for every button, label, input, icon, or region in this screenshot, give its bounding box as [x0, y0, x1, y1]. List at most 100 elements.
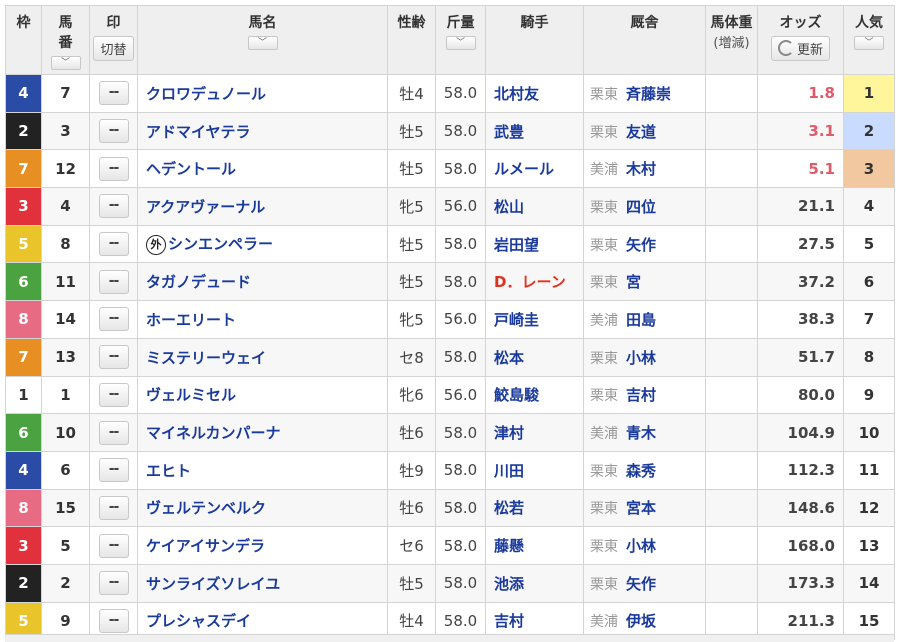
trainer-link[interactable]: 小林 [626, 349, 656, 367]
jockey-link[interactable]: 松若 [494, 499, 524, 517]
header-name[interactable]: 馬名 ﹀ [137, 5, 388, 75]
weight-cell: 56.0 [435, 375, 486, 415]
shirushi-cell: -- [89, 526, 138, 565]
stable-cell: 栗東 友道 [583, 111, 706, 151]
stable-cell: 栗東 矢作 [583, 224, 706, 264]
jockey-link[interactable]: 武豊 [494, 123, 524, 141]
mark-button[interactable]: -- [98, 495, 129, 520]
body-weight-cell [705, 337, 758, 377]
stable-region: 美浦 [590, 614, 618, 631]
jockey-link[interactable]: 藤懸 [494, 537, 524, 555]
jockey-cell: 岩田望 [485, 224, 584, 264]
sort-ninki-chevron-icon[interactable]: ﹀ [854, 36, 884, 50]
trainer-link[interactable]: 友道 [626, 123, 656, 141]
header-ninki[interactable]: 人気 ﹀ [843, 5, 895, 75]
waku-cell: 7 [5, 337, 42, 377]
horse-name-link[interactable]: ホーエリート [146, 311, 236, 329]
jockey-link[interactable]: 鮫島駿 [494, 386, 539, 404]
header-seirei: 性齢 [387, 5, 436, 75]
mark-button[interactable]: -- [98, 458, 129, 483]
mark-button[interactable]: -- [98, 119, 129, 144]
mark-button[interactable]: -- [98, 345, 129, 370]
jockey-link[interactable]: 津村 [494, 424, 524, 442]
stable-region: 栗東 [590, 463, 618, 480]
umaban-cell: 1 [41, 375, 90, 415]
refresh-odds-button[interactable]: 更新 [770, 36, 830, 61]
horse-name-link[interactable]: シンエンペラー [168, 235, 273, 253]
horse-name-link[interactable]: マイネルカンパーナ [146, 424, 281, 442]
jockey-cell: 藤懸 [485, 526, 584, 565]
horse-name-link[interactable]: エヒト [146, 462, 191, 480]
waku-cell: 3 [5, 187, 42, 226]
popularity-cell: 12 [843, 488, 895, 528]
jockey-link[interactable]: D．レーン [494, 273, 566, 291]
jockey-link[interactable]: 松本 [494, 349, 524, 367]
horse-name-link[interactable]: ヘデントール [146, 160, 236, 178]
mark-button[interactable]: -- [98, 420, 129, 445]
stable-region: 栗東 [590, 237, 618, 254]
horse-name-link[interactable]: ケイアイサンデラ [146, 537, 265, 555]
horse-name-link[interactable]: タガノデュード [146, 273, 251, 291]
jockey-link[interactable]: ルメール [494, 160, 554, 178]
jockey-link[interactable]: 戸崎圭 [494, 311, 539, 329]
trainer-link[interactable]: 青木 [626, 424, 656, 442]
popularity-cell: 7 [843, 300, 895, 339]
horse-name-link[interactable]: ミステリーウェイ [146, 349, 266, 367]
mark-button[interactable]: -- [98, 608, 129, 633]
trainer-link[interactable]: 斉藤崇 [626, 85, 671, 103]
trainer-link[interactable]: 小林 [626, 537, 656, 555]
jockey-link[interactable]: 吉村 [494, 612, 524, 630]
trainer-link[interactable]: 田島 [626, 311, 656, 329]
kirikae-button[interactable]: 切替 [93, 36, 134, 61]
mark-button[interactable]: -- [98, 307, 129, 332]
mark-button[interactable]: -- [98, 269, 129, 294]
trainer-link[interactable]: 木村 [626, 160, 656, 178]
horse-name-cell: ケイアイサンデラ [137, 526, 388, 565]
popularity-cell: 6 [843, 262, 895, 302]
waku-cell: 2 [5, 563, 42, 603]
horse-name-link[interactable]: クロワデュノール [146, 85, 266, 103]
header-ninki-label: 人気 [855, 15, 883, 31]
popularity-cell: 10 [843, 413, 895, 452]
mark-button[interactable]: -- [98, 232, 129, 257]
jockey-link[interactable]: 川田 [494, 462, 524, 480]
horse-name-link[interactable]: プレシャスデイ [146, 612, 251, 630]
stable-region: 美浦 [590, 162, 618, 179]
mark-button[interactable]: -- [98, 194, 129, 219]
jockey-cell: 川田 [485, 450, 584, 490]
horse-name-link[interactable]: アクアヴァーナル [146, 198, 265, 216]
trainer-link[interactable]: 宮 [626, 273, 641, 291]
jockey-link[interactable]: 松山 [494, 198, 524, 216]
header-kishu: 騎手 [485, 5, 584, 75]
jockey-link[interactable]: 岩田望 [494, 236, 539, 254]
trainer-link[interactable]: 伊坂 [626, 612, 656, 630]
trainer-link[interactable]: 四位 [626, 198, 656, 216]
trainer-link[interactable]: 宮本 [626, 499, 656, 517]
trainer-link[interactable]: 森秀 [626, 462, 656, 480]
trainer-link[interactable]: 吉村 [626, 386, 656, 404]
popularity-cell: 5 [843, 224, 895, 264]
mark-button[interactable]: -- [98, 382, 129, 407]
waku-cell: 7 [5, 149, 42, 189]
jockey-link[interactable]: 池添 [494, 575, 524, 593]
mark-button[interactable]: -- [98, 571, 129, 596]
table-row: 4 7 -- クロワデュノール 牡4 58.0 北村友 栗東 斉藤崇 1.8 1 [5, 74, 895, 113]
sort-name-chevron-icon[interactable]: ﹀ [247, 36, 278, 50]
trainer-link[interactable]: 矢作 [626, 236, 656, 254]
horse-name-link[interactable]: ヴェルミセル [146, 386, 236, 404]
odds-cell: 21.1 [757, 187, 844, 226]
mark-button[interactable]: -- [98, 156, 129, 181]
sort-kinryo-chevron-icon[interactable]: ﹀ [445, 36, 476, 50]
jockey-link[interactable]: 北村友 [494, 85, 539, 103]
header-umaban[interactable]: 馬 番 ﹀ [41, 5, 90, 75]
horse-name-link[interactable]: サンライズソレイユ [146, 575, 280, 593]
sort-umaban-chevron-icon[interactable]: ﹀ [50, 56, 81, 70]
trainer-link[interactable]: 矢作 [626, 575, 656, 593]
shirushi-cell: -- [89, 450, 138, 490]
header-kinryo[interactable]: 斤量 ﹀ [435, 5, 486, 75]
mark-button[interactable]: -- [98, 533, 129, 558]
horse-name-link[interactable]: ヴェルテンベルク [146, 499, 266, 517]
horse-name-link[interactable]: アドマイヤテラ [146, 123, 251, 141]
odds-cell: 51.7 [757, 337, 844, 377]
mark-button[interactable]: -- [98, 81, 129, 106]
